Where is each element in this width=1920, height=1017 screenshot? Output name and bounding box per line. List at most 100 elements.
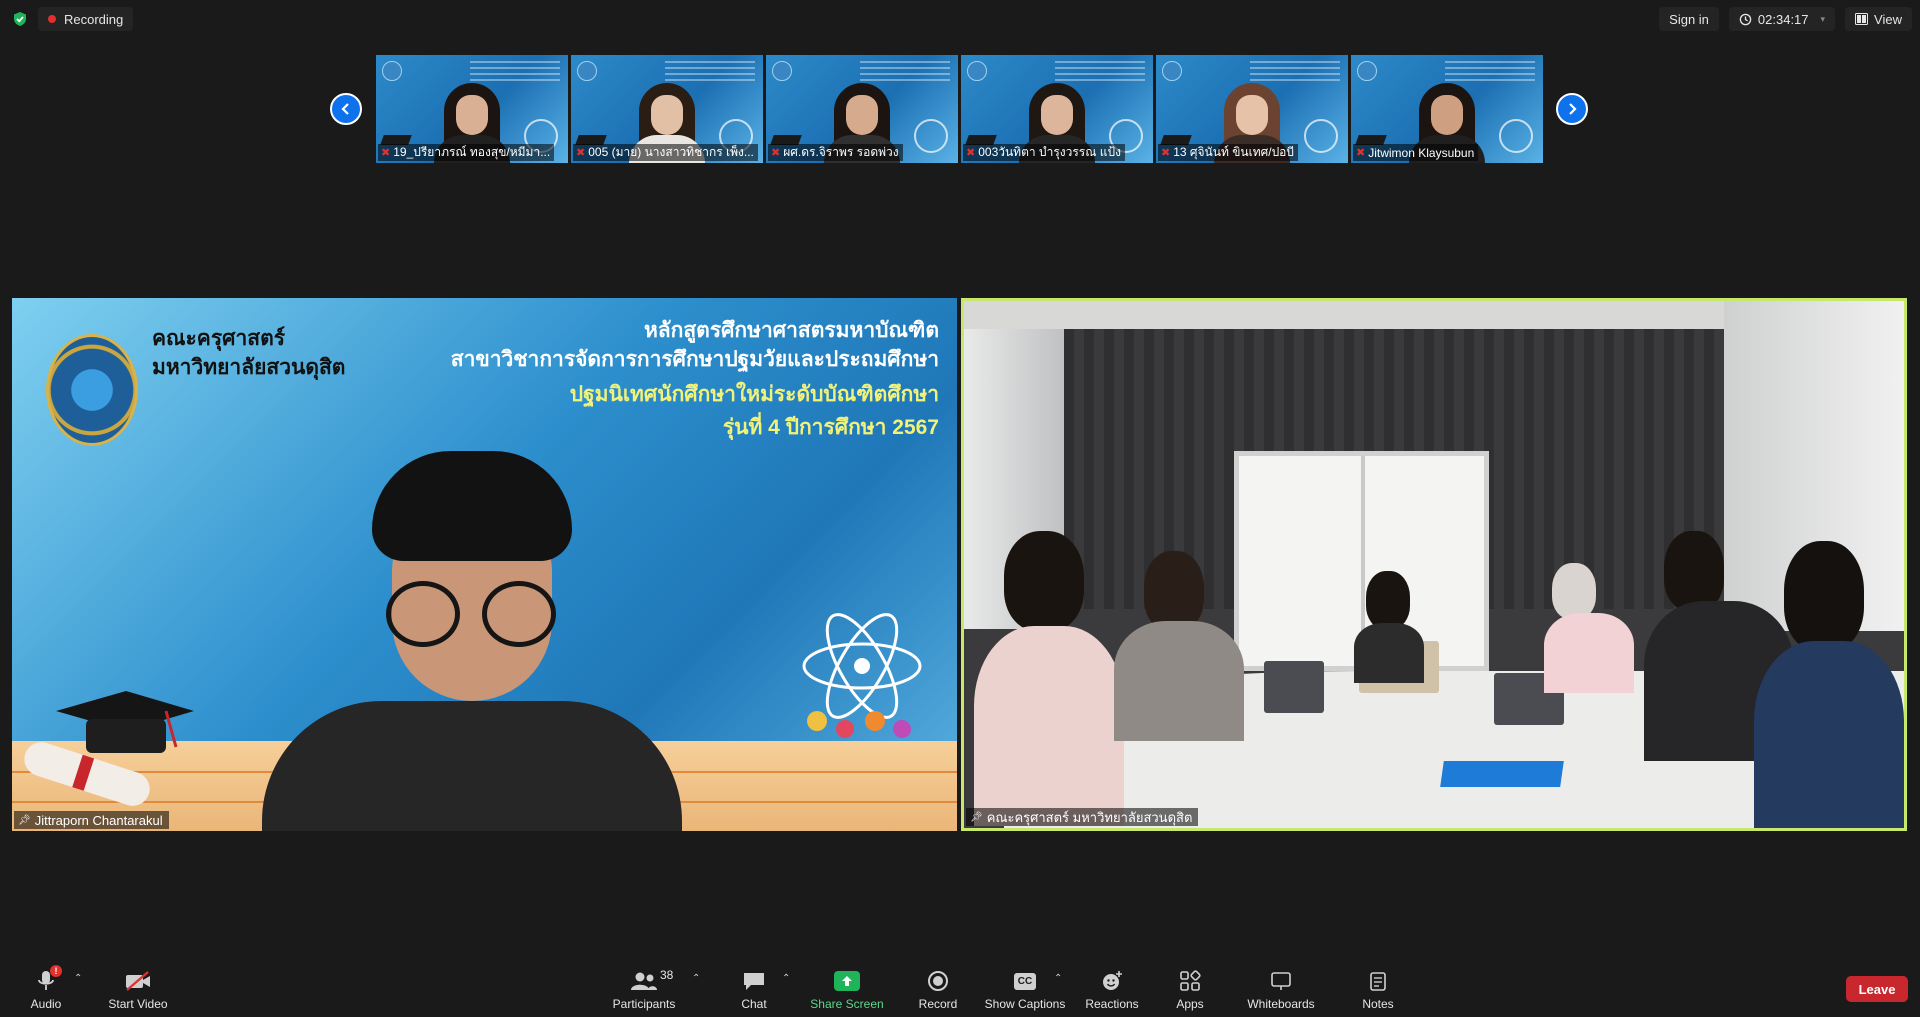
atom-icon bbox=[914, 119, 948, 153]
audio-alert-badge: ! bbox=[50, 965, 62, 977]
grid-view-icon bbox=[1855, 13, 1869, 25]
sign-in-button[interactable]: Sign in bbox=[1659, 7, 1719, 31]
view-label: View bbox=[1874, 11, 1902, 27]
atom-icon bbox=[1304, 119, 1338, 153]
recording-indicator[interactable]: Recording bbox=[38, 7, 134, 31]
participant-thumbnail[interactable]: ✖ 19_ปรียาภรณ์ ทองสุข/หมีมา... bbox=[376, 55, 568, 163]
notes-label: Notes bbox=[1362, 997, 1394, 1011]
notes-icon bbox=[1368, 969, 1388, 993]
previous-page-button[interactable] bbox=[330, 93, 362, 125]
recording-label: Recording bbox=[64, 11, 124, 27]
mic-muted-icon: ✖ bbox=[1161, 147, 1171, 159]
slide-title-line-4: รุ่นที่ 4 ปีการศึกษา 2567 bbox=[722, 416, 939, 439]
share-screen-icon bbox=[834, 969, 860, 993]
atom-icon bbox=[802, 613, 922, 738]
video-tile-jittraporn[interactable]: คณะครุศาสตร์ มหาวิทยาลัยสวนดุสิต หลักสูต… bbox=[12, 298, 957, 831]
chevron-up-icon[interactable]: ⌃ bbox=[692, 973, 700, 984]
mic-muted-icon: ✖ bbox=[1356, 147, 1366, 159]
reactions-label: Reactions bbox=[1085, 997, 1139, 1011]
mic-muted-icon: ✖ bbox=[576, 147, 586, 159]
whiteboard-icon bbox=[1270, 969, 1292, 993]
mic-muted-icon: ✖ bbox=[381, 147, 391, 159]
mic-muted-icon: ✖ bbox=[966, 147, 976, 159]
participant-name-tag: ✖ ผศ.ดร.จิราพร รอดพ่วง bbox=[768, 144, 903, 161]
pin-icon: 📌︎ bbox=[970, 811, 983, 823]
participants-icon: 38 bbox=[630, 968, 673, 993]
show-captions-label: Show Captions bbox=[984, 997, 1066, 1011]
video-tile-faculty-room[interactable]: 📌︎ คณะครุศาสตร์ มหาวิทยาลัยสวนดุสิต bbox=[961, 298, 1907, 831]
chat-button[interactable]: Chat bbox=[736, 959, 772, 1017]
sign-in-label: Sign in bbox=[1669, 11, 1709, 27]
meeting-timer[interactable]: 02:34:17 ▾ bbox=[1728, 7, 1836, 31]
shield-check-icon[interactable] bbox=[12, 11, 28, 27]
faculty-line-2: มหาวิทยาลัยสวนดุสิต bbox=[152, 356, 346, 379]
smiley-icon bbox=[1101, 969, 1123, 993]
chevron-up-icon[interactable]: ⌃ bbox=[782, 973, 790, 984]
slide-title-line-1: หลักสูตรศึกษาศาสตรมหาบัณฑิต bbox=[643, 319, 939, 342]
microphone-icon: ! bbox=[36, 965, 62, 993]
participant-thumbnail[interactable]: ✖ ผศ.ดร.จิราพร รอดพ่วง bbox=[766, 55, 958, 163]
slide-title: หลักสูตรศึกษาศาสตรมหาบัณฑิต สาขาวิชาการจ… bbox=[451, 316, 939, 444]
slide-title-line-3: ปฐมนิเทศนักศึกษาใหม่ระดับบัณฑิตศึกษา bbox=[569, 383, 939, 406]
participant-name-tag: 📌︎ คณะครุศาสตร์ มหาวิทยาลัยสวนดุสิต bbox=[966, 808, 1199, 826]
participants-button[interactable]: 38 Participants bbox=[612, 959, 676, 1017]
record-label: Record bbox=[918, 997, 958, 1011]
chevron-up-icon[interactable]: ⌃ bbox=[1054, 973, 1062, 984]
laptop bbox=[1264, 661, 1324, 713]
video-off-icon bbox=[124, 969, 152, 993]
speaker-video bbox=[262, 451, 682, 831]
top-bar: Recording Sign in 02:34:17 ▾ View bbox=[0, 0, 1920, 38]
atom-icon bbox=[1499, 119, 1533, 153]
participant-thumbnail-strip: ✖ 19_ปรียาภรณ์ ทองสุข/หมีมา... ✖ 005 (มาย)… bbox=[376, 55, 1543, 163]
record-button[interactable]: Record bbox=[916, 959, 960, 1017]
graduation-cap-icon bbox=[56, 691, 194, 753]
apps-label: Apps bbox=[1176, 997, 1204, 1011]
mic-muted-icon: ✖ bbox=[771, 147, 781, 159]
university-logo bbox=[577, 61, 597, 81]
timer-value: 02:34:17 bbox=[1757, 11, 1809, 27]
recording-dot-icon bbox=[48, 15, 56, 23]
participant-name-tag: ✖ Jitwimon Klaysubun bbox=[1353, 144, 1479, 161]
apps-button[interactable]: Apps bbox=[1174, 959, 1206, 1017]
slide-title-line-2: สาขาวิชาการจัดการการศึกษาปฐมวัยและประถมศ… bbox=[450, 348, 939, 371]
view-button[interactable]: View bbox=[1845, 7, 1912, 31]
clock-icon bbox=[1739, 13, 1752, 25]
chevron-right-icon bbox=[1569, 103, 1577, 115]
slide-faculty-name: คณะครุศาสตร์ มหาวิทยาลัยสวนดุสิต bbox=[152, 324, 345, 382]
reactions-button[interactable]: Reactions bbox=[1084, 959, 1140, 1017]
participant-name-tag: ✖ 13 ศุจินันท์ ขินเทศ/ปอบี bbox=[1158, 144, 1299, 161]
participant-name: Jittraporn Chantarakul bbox=[34, 812, 163, 828]
university-logo bbox=[382, 61, 402, 81]
university-seal-logo bbox=[46, 334, 138, 446]
chat-label: Chat bbox=[741, 997, 767, 1011]
participant-thumbnail[interactable]: ✖ Jitwimon Klaysubun bbox=[1351, 55, 1543, 163]
record-icon bbox=[927, 969, 949, 993]
university-logo bbox=[1162, 61, 1182, 81]
share-screen-label: Share Screen bbox=[810, 997, 884, 1011]
chat-icon bbox=[742, 969, 766, 993]
next-page-button[interactable] bbox=[1556, 93, 1588, 125]
closed-captions-icon: CC bbox=[1013, 969, 1037, 993]
participant-thumbnail[interactable]: ✖ 003วันทิตา บำรุงวรรณ แป้ง bbox=[961, 55, 1153, 163]
share-screen-button[interactable]: Share Screen bbox=[810, 959, 884, 1017]
chevron-down-icon: ▾ bbox=[1820, 13, 1826, 24]
university-logo bbox=[967, 61, 987, 81]
start-video-label: Start Video bbox=[108, 997, 168, 1011]
participant-thumbnail[interactable]: ✖ 13 ศุจินันท์ ขินเทศ/ปอบี bbox=[1156, 55, 1348, 163]
participants-count: 38 bbox=[660, 968, 674, 982]
leave-label: Leave bbox=[1858, 981, 1896, 997]
faculty-line-1: คณะครุศาสตร์ bbox=[152, 327, 285, 350]
show-captions-button[interactable]: CC Show Captions bbox=[984, 959, 1066, 1017]
participant-thumbnail[interactable]: ✖ 005 (มาย) นางสาวทิชากร เพ็ง... bbox=[571, 55, 763, 163]
participant-name-tag: ✖ 005 (มาย) นางสาวทิชากร เพ็ง... bbox=[573, 144, 758, 161]
blue-folder bbox=[1440, 761, 1564, 787]
audio-button[interactable]: ! Audio bbox=[26, 959, 66, 1017]
notes-button[interactable]: Notes bbox=[1360, 959, 1396, 1017]
participant-name: คณะครุศาสตร์ มหาวิทยาลัยสวนดุสิต bbox=[986, 809, 1193, 825]
leave-button[interactable]: Leave bbox=[1846, 976, 1908, 1002]
chevron-left-icon bbox=[341, 103, 349, 115]
start-video-button[interactable]: Start Video bbox=[106, 959, 170, 1017]
whiteboards-button[interactable]: Whiteboards bbox=[1246, 959, 1316, 1017]
meeting-toolbar: ! Audio ⌃ Start Video 38 Participants ⌃ … bbox=[0, 959, 1920, 1017]
chevron-up-icon[interactable]: ⌃ bbox=[74, 973, 82, 984]
